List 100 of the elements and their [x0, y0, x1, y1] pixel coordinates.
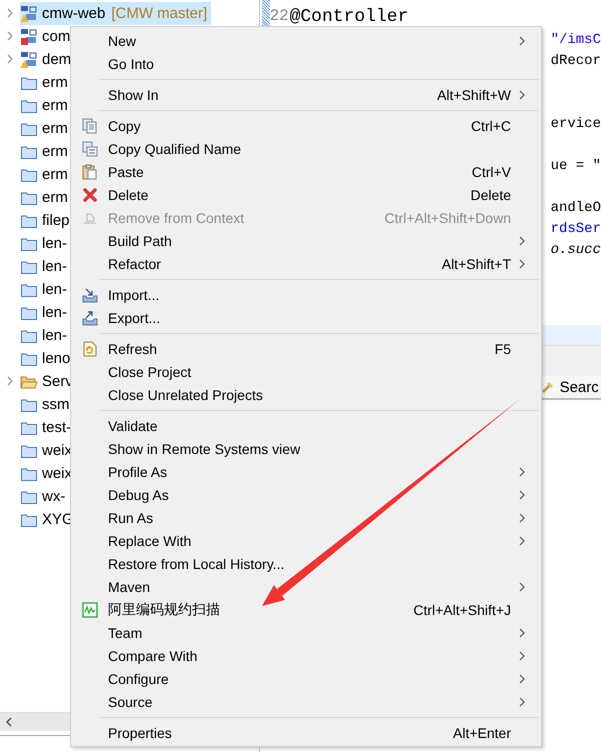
- menu-label: Delete: [108, 186, 150, 202]
- shortcut-label: Ctrl+Alt+Shift+Down: [384, 210, 511, 226]
- menu-item[interactable]: Source: [71, 690, 541, 713]
- menu-item[interactable]: Copy Ctrl+C: [71, 114, 541, 137]
- line-number: 22: [270, 7, 290, 27]
- menu-item[interactable]: Show In Alt+Shift+W: [71, 83, 541, 106]
- expand-icon[interactable]: [6, 376, 14, 386]
- menu-label: Close Project: [108, 364, 192, 380]
- expand-icon[interactable]: [6, 30, 14, 40]
- pulse-icon: [82, 602, 98, 618]
- code-line: ue = ": [550, 158, 601, 174]
- menu-label: New: [108, 32, 138, 48]
- shortcut-label: Ctrl+V: [472, 164, 511, 180]
- shortcut-label: Alt+Shift+W: [437, 86, 511, 102]
- shortcut-label: Ctrl+Alt+Shift+J: [413, 602, 511, 618]
- project-icon: [20, 4, 38, 22]
- menu-label: Build Path: [108, 232, 173, 248]
- code-line: o.succ: [550, 242, 601, 258]
- menu-label: Source: [108, 694, 154, 710]
- search-tab[interactable]: Searc: [540, 378, 599, 396]
- menu-label: Debug As: [108, 486, 170, 502]
- menu-label: Profile As: [108, 464, 168, 480]
- menu-label: Validate: [108, 418, 159, 434]
- menu-label: Close Unrelated Projects: [108, 386, 264, 402]
- code-line: ervice: [550, 116, 601, 132]
- scroll-left-icon[interactable]: [5, 717, 13, 727]
- menu-label: Restore from Local History...: [108, 556, 286, 572]
- menu-item[interactable]: Compare With: [71, 644, 541, 667]
- tree-item[interactable]: len-: [20, 301, 72, 324]
- tree-item[interactable]: erm: [20, 163, 72, 186]
- tree-item[interactable]: filep: [20, 209, 74, 232]
- menu-label: Refactor: [108, 256, 162, 272]
- menu-label: Configure: [108, 670, 170, 686]
- menu-item[interactable]: Copy Qualified Name: [71, 137, 541, 160]
- copy-icon: [82, 118, 98, 134]
- shortcut-label: F5: [494, 340, 511, 356]
- expand-icon[interactable]: [6, 8, 14, 18]
- shortcut-label: Alt+Enter: [453, 724, 511, 740]
- shortcut-label: Delete: [470, 186, 511, 202]
- menu-label: Remove from Context: [108, 210, 246, 226]
- tree-item[interactable]: erm: [20, 94, 72, 117]
- import-icon: [82, 286, 98, 302]
- menu-label: Properties: [108, 724, 173, 740]
- menu-label: Show In: [108, 86, 160, 102]
- project-icon: [20, 28, 38, 46]
- tree-item[interactable]: len-: [20, 324, 72, 347]
- export-icon: [82, 310, 98, 326]
- menu-label: Show in Remote Systems view: [108, 440, 302, 456]
- tree-item[interactable]: erm: [20, 71, 72, 94]
- code-line: dRecor: [550, 52, 601, 68]
- menu-item[interactable]: Debug As: [71, 483, 541, 506]
- menu-label: Paste: [108, 164, 145, 180]
- menu-item[interactable]: Import...: [71, 283, 541, 306]
- tree-item[interactable]: len-: [20, 232, 72, 255]
- shortcut-label: Alt+Shift+T: [442, 256, 511, 272]
- menu-label: Maven: [108, 578, 152, 594]
- tree-item[interactable]: erm: [20, 140, 72, 163]
- refresh-icon: [82, 340, 98, 356]
- tree-item[interactable]: wx-: [20, 485, 70, 508]
- menu-label: Copy Qualified Name: [108, 140, 242, 156]
- menu-label: Replace With: [108, 532, 192, 548]
- tree-item[interactable]: len-: [20, 255, 72, 278]
- menu-label: 阿里编码规约扫描: [108, 600, 221, 618]
- project-icon: [20, 50, 38, 68]
- menu-label: Export...: [108, 310, 162, 326]
- shortcut-label: Ctrl+C: [470, 118, 511, 134]
- menu-item[interactable]: Configure: [71, 667, 541, 690]
- menu-item[interactable]: Team: [71, 621, 541, 644]
- copy-icon: [82, 140, 98, 156]
- menu-label: Import...: [108, 286, 160, 302]
- menu-item[interactable]: Delete Delete: [71, 183, 541, 206]
- tree-item[interactable]: ssm: [20, 393, 74, 416]
- menu-label: Go Into: [108, 56, 155, 72]
- code-line: "/imsC: [550, 32, 601, 48]
- menu-item[interactable]: Build Path: [71, 229, 541, 252]
- menu-item[interactable]: Restore from Local History...: [71, 552, 541, 575]
- menu-item[interactable]: Properties Alt+Enter: [71, 721, 541, 744]
- menu-label: Team: [108, 624, 144, 640]
- tree-item[interactable]: erm: [20, 117, 72, 140]
- clipboard-icon: [82, 164, 98, 180]
- menu-item[interactable]: Run As: [71, 506, 541, 529]
- tree-item[interactable]: len-: [20, 278, 72, 301]
- tree-item[interactable]: cmw-web [CMW master]: [20, 2, 212, 25]
- menu-item[interactable]: Export...: [71, 306, 541, 329]
- expand-icon[interactable]: [6, 54, 14, 64]
- menu-item[interactable]: Paste Ctrl+V: [71, 160, 541, 183]
- branch-label: [CMW master]: [111, 5, 208, 22]
- menu-item[interactable]: 阿里编码规约扫描 Ctrl+Alt+Shift+J: [71, 598, 541, 621]
- delete-icon: [82, 186, 98, 202]
- menu-label: Compare With: [108, 648, 198, 664]
- menu-item[interactable]: Maven: [71, 575, 541, 598]
- menu-item[interactable]: Refactor Alt+Shift+T: [71, 252, 541, 275]
- menu-item[interactable]: Replace With: [71, 529, 541, 552]
- menu-item[interactable]: Close Unrelated Projects: [71, 383, 541, 406]
- menu-label: Run As: [108, 510, 154, 526]
- menu-label: Refresh: [108, 340, 158, 356]
- code-line: rdsSer: [550, 220, 601, 236]
- tree-item[interactable]: erm: [20, 186, 72, 209]
- code-line: @Controller: [290, 7, 408, 28]
- menu-label: Copy: [108, 118, 142, 134]
